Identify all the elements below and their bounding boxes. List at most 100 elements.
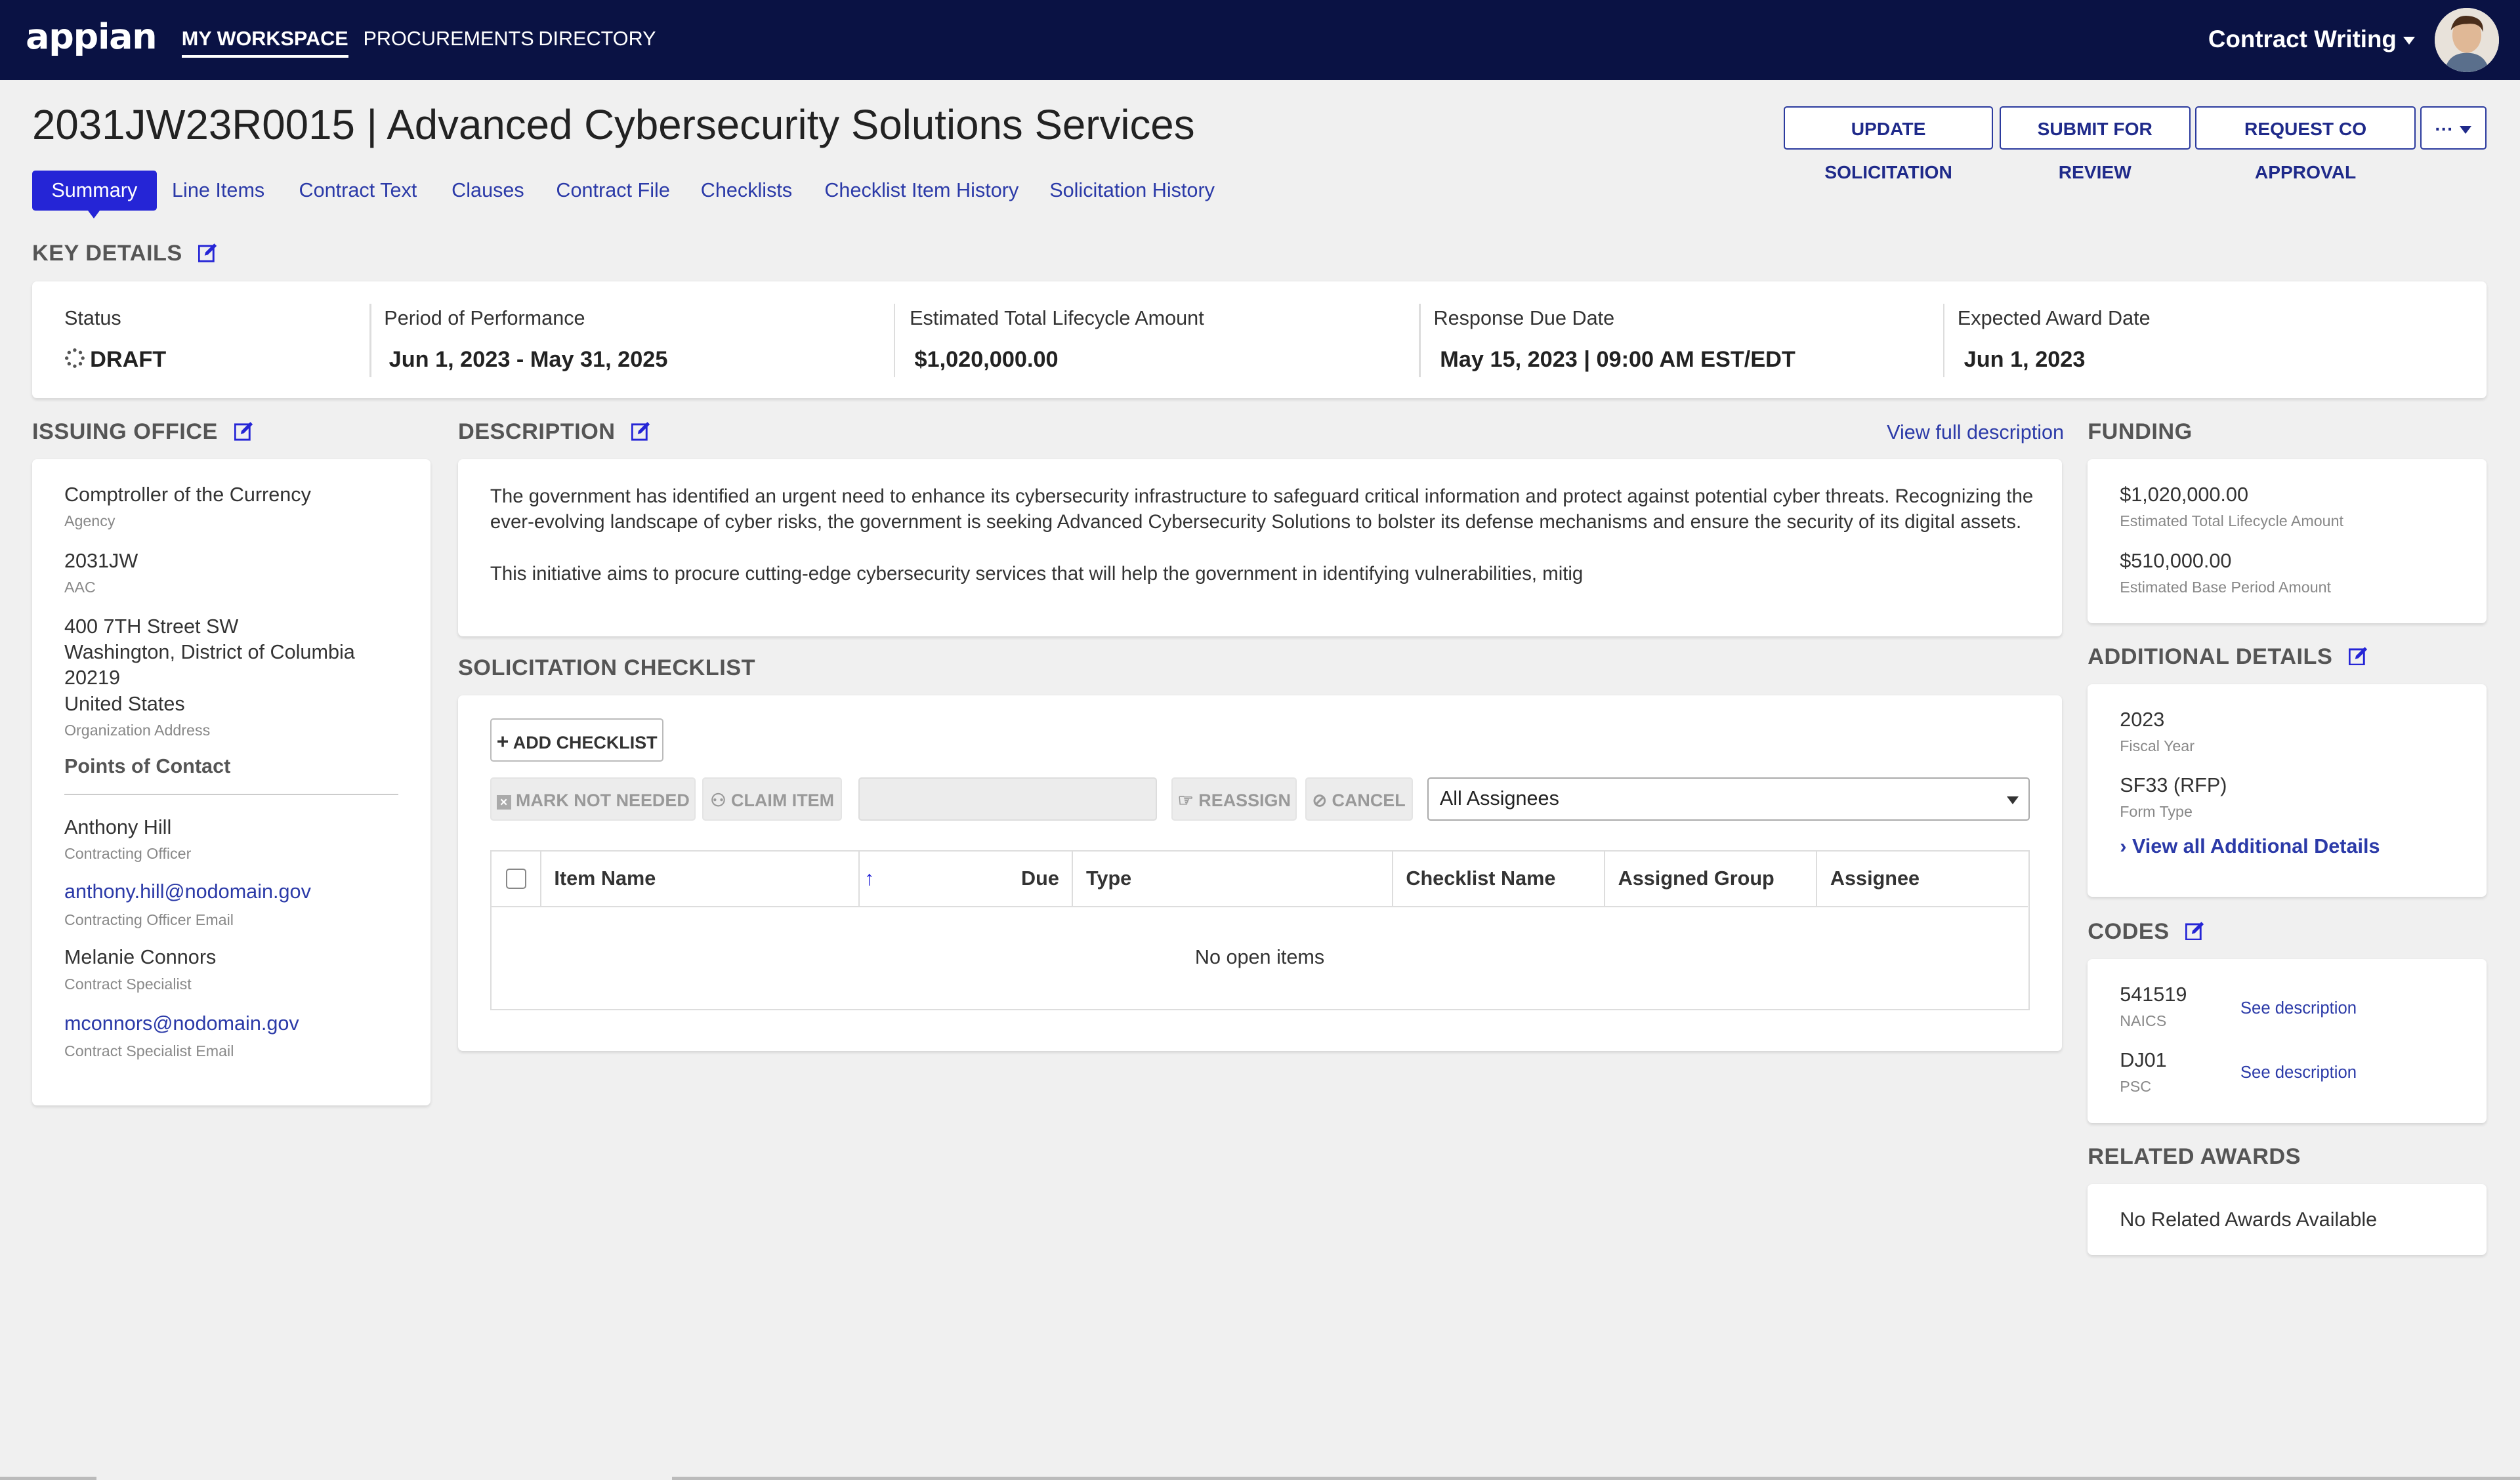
tab-contract-file[interactable]: Contract File [556,171,670,211]
edit-icon[interactable] [2349,646,2368,666]
scrollbar-track [0,1476,96,1480]
description-heading-text: DESCRIPTION [457,419,616,445]
related-awards-empty-message: No Related Awards Available [2120,1208,2378,1231]
address-line-2: Washington, District of Columbia [64,641,355,664]
nav-procurements[interactable]: PROCUREMENTS [363,28,534,51]
nav-my-workspace[interactable]: MY WORKSPACE [181,28,348,58]
funding-card: $1,020,000.00 Estimated Total Lifecycle … [2088,459,2487,624]
column-header-due-label: Due [1021,867,1059,890]
issuing-office-card: Comptroller of the Currency Agency 2031J… [32,459,431,1105]
contact-email-link[interactable]: anthony.hill@nodomain.gov [64,880,311,903]
page-title: 2031JW23R0015 | Advanced Cybersecurity S… [32,102,1195,149]
appian-logo[interactable]: appian [26,16,157,57]
draft-status-icon [64,348,85,368]
funding-amount: $510,000.00 [2120,549,2232,572]
user-plus-icon: ⚇ [710,791,726,811]
mark-not-needed-button[interactable]: × MARK NOT NEEDED [490,777,696,821]
reassign-label: REASSIGN [1198,791,1291,811]
key-details-heading-text: KEY DETAILS [32,241,182,266]
thumb-icon: ☞ [1177,791,1194,811]
column-header-assigned-group[interactable]: Assigned Group [1605,851,1818,906]
codes-heading-text: CODES [2088,918,2170,944]
contact-role: Contracting Officer [64,845,192,863]
psc-see-description-link[interactable]: See description [2240,1063,2357,1082]
assignee-filter-value: All Assignees [1439,787,1559,810]
tab-summary[interactable]: Summary [32,170,157,219]
app-name: Contract Writing [2208,26,2397,53]
divider [369,303,371,378]
naics-see-description-link[interactable]: See description [2240,999,2357,1018]
cancel-button[interactable]: ⊘ CANCEL [1305,777,1413,821]
description-card: The government has identified an urgent … [457,459,2063,636]
address-line-3: 20219 [64,667,121,689]
address-line-4: United States [64,692,185,715]
divider [893,303,896,378]
tab-line-items[interactable]: Line Items [172,171,264,211]
funding-amount: $1,020,000.00 [2120,483,2248,506]
column-header-type[interactable]: Type [1073,851,1393,906]
claim-item-button[interactable]: ⚇ CLAIM ITEM [702,777,843,821]
fiscal-year-value: 2023 [2120,709,2165,731]
app-switcher[interactable]: Contract Writing [2208,26,2415,53]
page: appian MY WORKSPACE PROCUREMENTS DIRECTO… [0,0,2520,1480]
nav-directory[interactable]: DIRECTORY [538,28,656,51]
additional-details-heading: ADDITIONAL DETAILS [2088,644,2368,670]
more-actions-button[interactable]: ··· [2420,106,2487,150]
view-full-description-link[interactable]: View full description [1887,421,2064,444]
chevron-right-icon: › [2120,835,2127,858]
aac-label: AAC [64,578,96,596]
divider [64,793,399,796]
submit-for-review-button[interactable]: SUBMIT FOR REVIEW [1999,106,2191,182]
response-due-date-value: May 15, 2023 | 09:00 AM EST/EDT [1440,346,1796,372]
divider [1942,303,1945,378]
tab-checklist-item-history[interactable]: Checklist Item History [824,171,1018,211]
divider [1419,303,1421,378]
expected-award-date-value: Jun 1, 2023 [1964,346,2086,372]
related-awards-heading: RELATED AWARDS [2088,1143,2301,1169]
tab-clauses[interactable]: Clauses [452,171,524,211]
edit-icon[interactable] [2185,921,2204,941]
form-type-value: SF33 (RFP) [2120,774,2227,797]
empty-grid-message: No open items [1194,945,1325,968]
request-co-approval-button[interactable]: REQUEST CO APPROVAL [2195,106,2416,182]
reassign-button[interactable]: ☞ REASSIGN [1171,777,1297,821]
funding-amount-label: Estimated Total Lifecycle Amount [2120,512,2343,530]
contact-email-label: Contracting Officer Email [64,911,234,928]
column-header-checklist-name[interactable]: Checklist Name [1393,851,1606,906]
add-checklist-button[interactable]: + ADD CHECKLIST [490,718,664,762]
contact-email-link[interactable]: mconnors@nodomain.gov [64,1012,299,1035]
points-of-contact-heading: Points of Contact [64,755,231,778]
chevron-down-icon [2403,37,2415,45]
edit-icon[interactable] [198,243,217,262]
edit-icon[interactable] [631,421,650,441]
scrollbar-track [671,1476,2520,1480]
checklist-card: + ADD CHECKLIST × MARK NOT NEEDED ⚇ CLAI… [457,695,2063,1051]
aac-value: 2031JW [64,549,138,572]
column-header-due[interactable]: ↑ Due [860,851,1074,906]
column-header-assignee[interactable]: Assignee [1817,852,2028,906]
view-all-additional-details-link[interactable]: › View all Additional Details [2120,835,2380,858]
key-details-heading: KEY DETAILS [32,241,218,266]
top-navigation-bar: appian MY WORKSPACE PROCUREMENTS DIRECTO… [0,0,2520,81]
contact-role: Contract Specialist [64,975,192,993]
add-checklist-label: ADD CHECKLIST [513,732,658,752]
assignee-picker-input[interactable] [858,777,1158,821]
assignee-filter-select[interactable]: All Assignees [1427,777,2030,821]
period-of-performance-value: Jun 1, 2023 - May 31, 2025 [388,346,668,372]
fiscal-year-label: Fiscal Year [2120,737,2194,755]
column-header-item-name[interactable]: Item Name [541,851,860,906]
status-value: DRAFT [64,347,166,373]
address-label: Organization Address [64,721,211,739]
additional-details-heading-text: ADDITIONAL DETAILS [2088,644,2333,670]
update-solicitation-button[interactable]: UPDATE SOLICITATION [1784,106,1993,182]
tab-contract-text[interactable]: Contract Text [299,171,417,211]
psc-code: DJ01 [2120,1049,2167,1072]
tab-solicitation-history[interactable]: Solicitation History [1049,171,1215,211]
user-avatar[interactable] [2435,8,2500,73]
chevron-down-icon [2460,126,2472,134]
contact-email-label: Contract Specialist Email [64,1042,234,1060]
edit-icon[interactable] [234,421,253,441]
select-all-checkbox[interactable] [505,869,526,890]
chevron-down-icon [2007,796,2019,804]
tab-checklists[interactable]: Checklists [701,171,792,211]
